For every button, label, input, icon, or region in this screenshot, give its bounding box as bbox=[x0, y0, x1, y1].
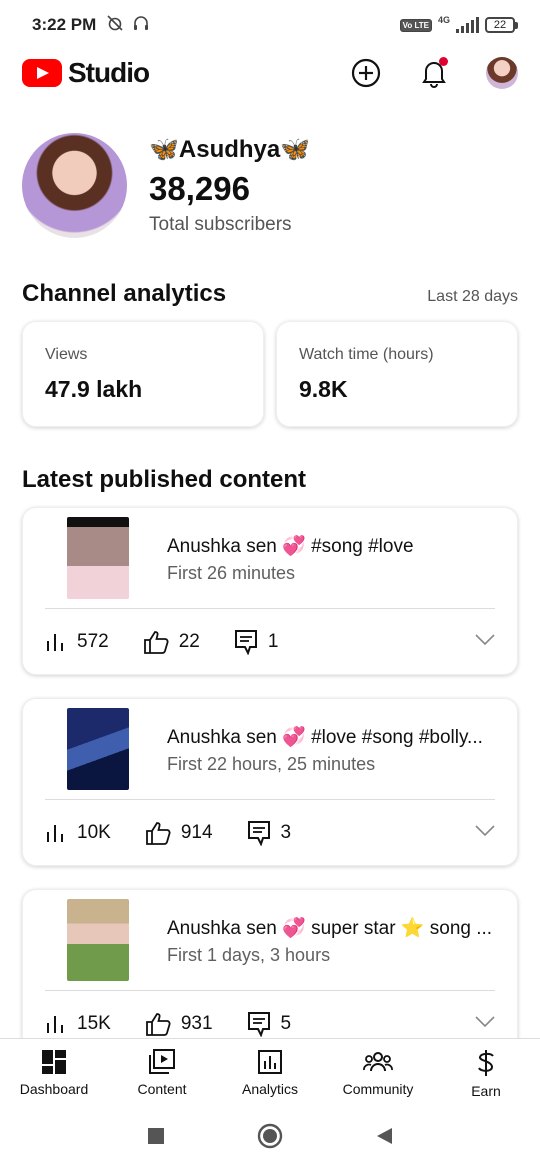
recents-icon[interactable] bbox=[147, 1127, 165, 1150]
video-thumbnail[interactable] bbox=[67, 899, 129, 981]
channel-name: 🦋Asudhya🦋 bbox=[149, 136, 311, 163]
avatar[interactable] bbox=[486, 57, 518, 89]
video-title: Anushka sen 💞 #song #love bbox=[167, 536, 414, 557]
video-thumbnail[interactable] bbox=[67, 517, 129, 599]
subscriber-label: Total subscribers bbox=[149, 214, 292, 235]
nav-analytics[interactable]: Analytics bbox=[216, 1039, 324, 1106]
bottom-nav: Dashboard Content Analytics Community Ea… bbox=[0, 1038, 540, 1106]
subscriber-count: 38,296 bbox=[149, 170, 250, 207]
video-stats: 10K 914 3 bbox=[45, 813, 495, 853]
logo-text: Studio bbox=[68, 57, 150, 88]
chevron-down-icon[interactable] bbox=[475, 824, 495, 842]
nav-content[interactable]: Content bbox=[108, 1039, 216, 1106]
home-icon[interactable] bbox=[257, 1123, 283, 1154]
analytics-title: Channel analytics bbox=[22, 280, 227, 307]
comment-icon bbox=[247, 1012, 270, 1037]
status-bar: 3:22 PM Vo LTE 4G 22 bbox=[0, 0, 540, 50]
youtube-studio-logo[interactable]: Studio bbox=[22, 57, 150, 89]
nav-dashboard[interactable]: Dashboard bbox=[0, 1039, 108, 1106]
analytics-icon bbox=[258, 1050, 282, 1074]
content-icon bbox=[149, 1049, 175, 1074]
chevron-down-icon[interactable] bbox=[475, 1015, 495, 1033]
video-stats: 572 22 1 bbox=[45, 622, 495, 662]
views-icon bbox=[47, 825, 63, 842]
like-icon bbox=[145, 1013, 171, 1036]
notifications-button[interactable] bbox=[418, 57, 450, 89]
mute-alarm-icon bbox=[106, 14, 124, 37]
like-icon bbox=[143, 631, 169, 654]
divider bbox=[45, 990, 495, 991]
like-icon bbox=[145, 822, 171, 845]
notification-dot bbox=[439, 57, 448, 66]
watch-time-value: 9.8K bbox=[299, 376, 348, 402]
video-age: First 26 minutes bbox=[167, 563, 296, 583]
video-title: Anushka sen 💞 super star ⭐ song ... bbox=[167, 918, 493, 939]
create-icon bbox=[351, 58, 381, 88]
analytics-period: Last 28 days bbox=[427, 288, 518, 305]
nav-label: Community bbox=[342, 1081, 414, 1097]
watch-time-label: Watch time (hours) bbox=[299, 346, 434, 363]
volte-indicator: Vo LTE bbox=[399, 18, 432, 32]
chevron-down-icon[interactable] bbox=[475, 633, 495, 651]
views-card[interactable]: Views 47.9 lakh bbox=[22, 321, 264, 427]
nav-label: Earn bbox=[471, 1083, 501, 1099]
views-count: 15K bbox=[77, 1013, 111, 1034]
video-title: Anushka sen 💞 #love #song #bolly... bbox=[167, 727, 483, 748]
views-count: 10K bbox=[77, 822, 111, 843]
status-time: 3:22 PM bbox=[32, 15, 97, 34]
channel-avatar[interactable] bbox=[22, 133, 127, 238]
comment-icon bbox=[247, 821, 270, 846]
system-nav bbox=[0, 1106, 540, 1170]
comments-count: 3 bbox=[280, 822, 292, 843]
video-age: First 22 hours, 25 minutes bbox=[167, 754, 376, 774]
likes-count: 22 bbox=[178, 631, 200, 652]
likes-count: 931 bbox=[180, 1013, 213, 1034]
views-count: 572 bbox=[77, 631, 109, 652]
divider bbox=[45, 608, 495, 609]
views-label: Views bbox=[45, 346, 88, 363]
views-icon bbox=[47, 634, 63, 651]
latest-content-title: Latest published content bbox=[22, 466, 307, 493]
nav-earn[interactable]: Earn bbox=[432, 1039, 540, 1106]
analytics-header: Channel analytics Last 28 days bbox=[22, 280, 518, 308]
video-age: First 1 days, 3 hours bbox=[167, 945, 331, 965]
views-value: 47.9 lakh bbox=[45, 376, 143, 402]
content-card[interactable]: Anushka sen 💞 #love #song #bolly... Firs… bbox=[22, 698, 518, 866]
comments-count: 1 bbox=[267, 631, 279, 652]
comments-count: 5 bbox=[280, 1013, 292, 1034]
comment-icon bbox=[234, 630, 257, 655]
youtube-icon bbox=[22, 59, 62, 87]
video-thumbnail[interactable] bbox=[67, 708, 129, 790]
nav-label: Content bbox=[137, 1081, 187, 1097]
signal-icon bbox=[456, 17, 479, 33]
app-bar: Studio bbox=[0, 50, 540, 96]
nav-label: Analytics bbox=[241, 1081, 299, 1097]
network-type: 4G bbox=[437, 15, 450, 25]
likes-count: 914 bbox=[180, 822, 213, 843]
dashboard-icon bbox=[42, 1050, 66, 1074]
content-card[interactable]: Anushka sen 💞 super star ⭐ song ... Firs… bbox=[22, 889, 518, 1057]
nav-label: Dashboard bbox=[19, 1081, 89, 1097]
battery-level: 22 bbox=[485, 17, 515, 33]
earn-icon bbox=[478, 1050, 494, 1076]
back-icon[interactable] bbox=[375, 1127, 393, 1150]
headphones-icon bbox=[132, 14, 150, 37]
nav-community[interactable]: Community bbox=[324, 1039, 432, 1106]
create-button[interactable] bbox=[350, 57, 382, 89]
battery-icon: 22 bbox=[485, 17, 518, 33]
views-icon bbox=[47, 1016, 63, 1033]
channel-header: 🦋Asudhya🦋 38,296 Total subscribers bbox=[22, 133, 310, 238]
divider bbox=[45, 799, 495, 800]
content-card[interactable]: Anushka sen 💞 #song #love First 26 minut… bbox=[22, 507, 518, 675]
community-icon bbox=[363, 1052, 393, 1072]
watch-time-card[interactable]: Watch time (hours) 9.8K bbox=[276, 321, 518, 427]
